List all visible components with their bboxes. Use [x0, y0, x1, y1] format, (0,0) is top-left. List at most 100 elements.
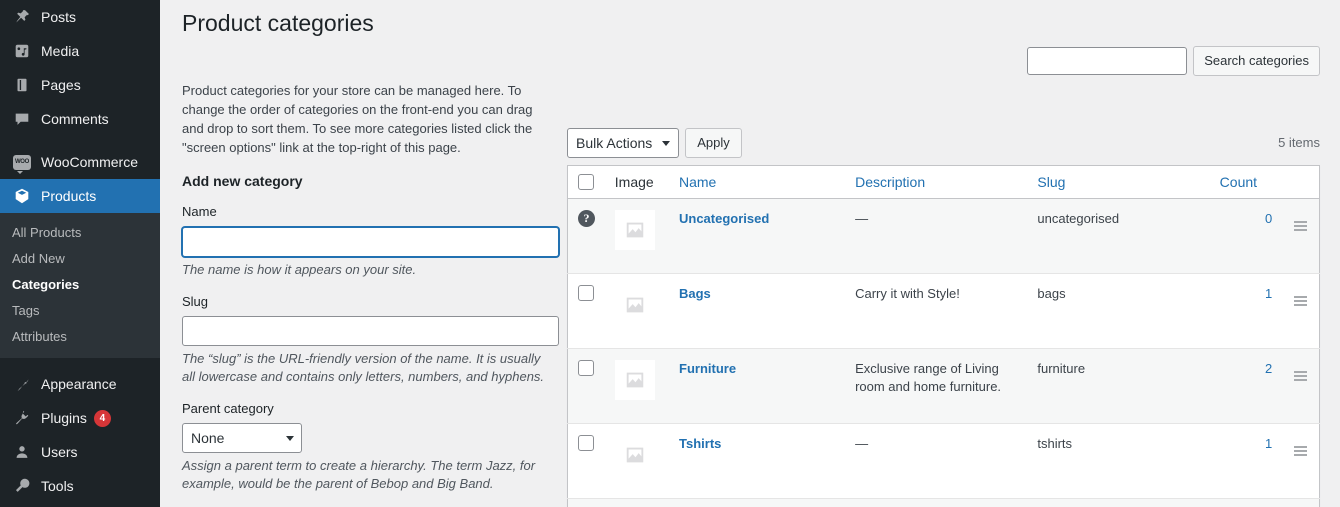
- sidebar-item-pages[interactable]: Pages: [0, 68, 160, 102]
- tablenav-top: Bulk Actions Apply 5 items: [567, 127, 1320, 159]
- name-help-text: The name is how it appears on your site.: [182, 261, 417, 277]
- row-name-cell: Vegetables: [669, 497, 846, 507]
- tools-icon: [12, 476, 32, 496]
- column-header-name[interactable]: Name: [669, 165, 846, 199]
- sort-name-link[interactable]: Name: [679, 174, 716, 190]
- category-name-link[interactable]: Furniture: [679, 361, 736, 376]
- plugins-update-badge: 4: [93, 409, 111, 427]
- submenu-item-tags[interactable]: Tags: [0, 298, 160, 324]
- media-icon: [12, 41, 32, 61]
- row-slug-cell: uncategorised: [1027, 198, 1210, 274]
- sidebar-item-comments[interactable]: Comments: [0, 102, 160, 136]
- select-all-header: [567, 165, 605, 199]
- row-description-cell: Exclusive range of Living room and home …: [845, 347, 1028, 424]
- submenu-item-add-new[interactable]: Add New: [0, 246, 160, 272]
- slug-label: Slug: [182, 293, 209, 309]
- row-description-cell: Carry it with Style!: [845, 272, 1028, 349]
- slug-field-group: Slug The “slug” is the URL-friendly vers…: [182, 293, 559, 386]
- column-header-image: Image: [604, 165, 669, 199]
- table-body: ? Uncategorised — uncategorised 0 Bags C…: [567, 198, 1320, 507]
- table-row: Vegetables — vegetables 1: [567, 497, 1320, 507]
- users-icon: [12, 442, 32, 462]
- drag-handle-icon[interactable]: [1294, 369, 1308, 381]
- sidebar-item-woocommerce[interactable]: WOO WooCommerce: [0, 145, 160, 179]
- name-input[interactable]: [182, 226, 559, 257]
- sidebar-item-media[interactable]: Media: [0, 34, 160, 68]
- name-label: Name: [182, 204, 217, 220]
- row-checkbox[interactable]: [578, 434, 594, 451]
- parent-category-select[interactable]: None: [182, 423, 302, 454]
- products-submenu: All Products Add New Categories Tags Att…: [0, 213, 160, 358]
- pin-icon: [12, 7, 32, 27]
- admin-sidebar: Posts Media Pages Comments WOO WooCommer…: [0, 0, 160, 507]
- column-header-slug[interactable]: Slug: [1027, 165, 1210, 199]
- row-slug-cell: vegetables: [1027, 497, 1210, 507]
- category-count-link[interactable]: 1: [1265, 286, 1272, 301]
- parent-help-text: Assign a parent term to create a hierarc…: [182, 458, 536, 492]
- sidebar-item-users[interactable]: Users: [0, 435, 160, 469]
- search-categories-button[interactable]: Search categories: [1193, 46, 1320, 76]
- row-selector-cell: ?: [567, 198, 605, 274]
- category-count-link[interactable]: 1: [1265, 436, 1272, 451]
- row-description-cell: —: [845, 198, 1028, 274]
- category-count-link[interactable]: 2: [1265, 361, 1272, 376]
- row-thumbnail-cell: [604, 198, 669, 274]
- row-count-cell: 0: [1209, 198, 1283, 274]
- category-name-link[interactable]: Uncategorised: [679, 211, 769, 226]
- sidebar-item-label: Products: [41, 188, 97, 204]
- row-checkbox[interactable]: [578, 284, 594, 301]
- row-slug-cell: furniture: [1027, 347, 1210, 424]
- category-name-link[interactable]: Bags: [679, 286, 711, 301]
- row-description-cell: —: [845, 422, 1028, 499]
- sidebar-divider-2: [0, 358, 160, 367]
- parent-label: Parent category: [182, 400, 274, 416]
- row-slug-cell: bags: [1027, 272, 1210, 349]
- column-header-count[interactable]: Count: [1209, 165, 1283, 199]
- row-checkbox[interactable]: [578, 359, 594, 376]
- sidebar-item-label: Users: [41, 444, 78, 460]
- products-icon: [12, 186, 32, 206]
- chevron-down-icon: [286, 436, 294, 442]
- sidebar-item-plugins[interactable]: Plugins 4: [0, 401, 160, 435]
- parent-field-group: Parent category None Assign a parent ter…: [182, 400, 545, 493]
- sort-description-link[interactable]: Description: [855, 174, 925, 190]
- main-content: Product categories Search categories Pro…: [160, 0, 1340, 507]
- appearance-icon: [12, 374, 32, 394]
- sidebar-item-appearance[interactable]: Appearance: [0, 367, 160, 401]
- row-name-cell: Bags: [669, 272, 846, 349]
- row-handle-cell: [1282, 198, 1320, 274]
- sidebar-item-posts[interactable]: Posts: [0, 0, 160, 34]
- row-selector-cell: [567, 422, 605, 499]
- submenu-item-all-products[interactable]: All Products: [0, 220, 160, 246]
- sidebar-item-label: Plugins: [41, 410, 87, 426]
- row-name-cell: Tshirts: [669, 422, 846, 499]
- sidebar-item-label: Tools: [41, 478, 74, 494]
- submenu-item-attributes[interactable]: Attributes: [0, 324, 160, 350]
- sidebar-item-label: Pages: [41, 77, 81, 93]
- slug-input[interactable]: [182, 315, 559, 346]
- submenu-item-categories[interactable]: Categories: [0, 272, 160, 298]
- image-placeholder-icon: [614, 359, 655, 400]
- row-slug-cell: tshirts: [1027, 422, 1210, 499]
- sidebar-item-label: Comments: [41, 111, 109, 127]
- column-header-description[interactable]: Description: [845, 165, 1028, 199]
- help-icon[interactable]: ?: [578, 209, 595, 227]
- drag-handle-icon[interactable]: [1294, 444, 1308, 456]
- sort-slug-link[interactable]: Slug: [1037, 174, 1065, 190]
- row-thumbnail-cell: [604, 272, 669, 349]
- drag-handle-icon[interactable]: [1294, 294, 1308, 306]
- row-count-cell: 1: [1209, 422, 1283, 499]
- sort-count-link[interactable]: Count: [1220, 174, 1257, 190]
- sidebar-item-products[interactable]: Products: [0, 179, 160, 213]
- category-count-link[interactable]: 0: [1265, 211, 1272, 226]
- apply-button[interactable]: Apply: [685, 127, 742, 158]
- select-all-checkbox[interactable]: [578, 173, 594, 190]
- sidebar-item-tools[interactable]: Tools: [0, 469, 160, 503]
- search-box: Search categories: [1027, 46, 1320, 76]
- search-input[interactable]: [1027, 47, 1188, 75]
- content-columns: Product categories for your store can be…: [182, 47, 1320, 507]
- image-placeholder-icon: [615, 435, 655, 475]
- category-name-link[interactable]: Tshirts: [679, 436, 721, 451]
- bulk-actions-select[interactable]: Bulk Actions: [567, 127, 680, 158]
- drag-handle-icon[interactable]: [1294, 219, 1308, 231]
